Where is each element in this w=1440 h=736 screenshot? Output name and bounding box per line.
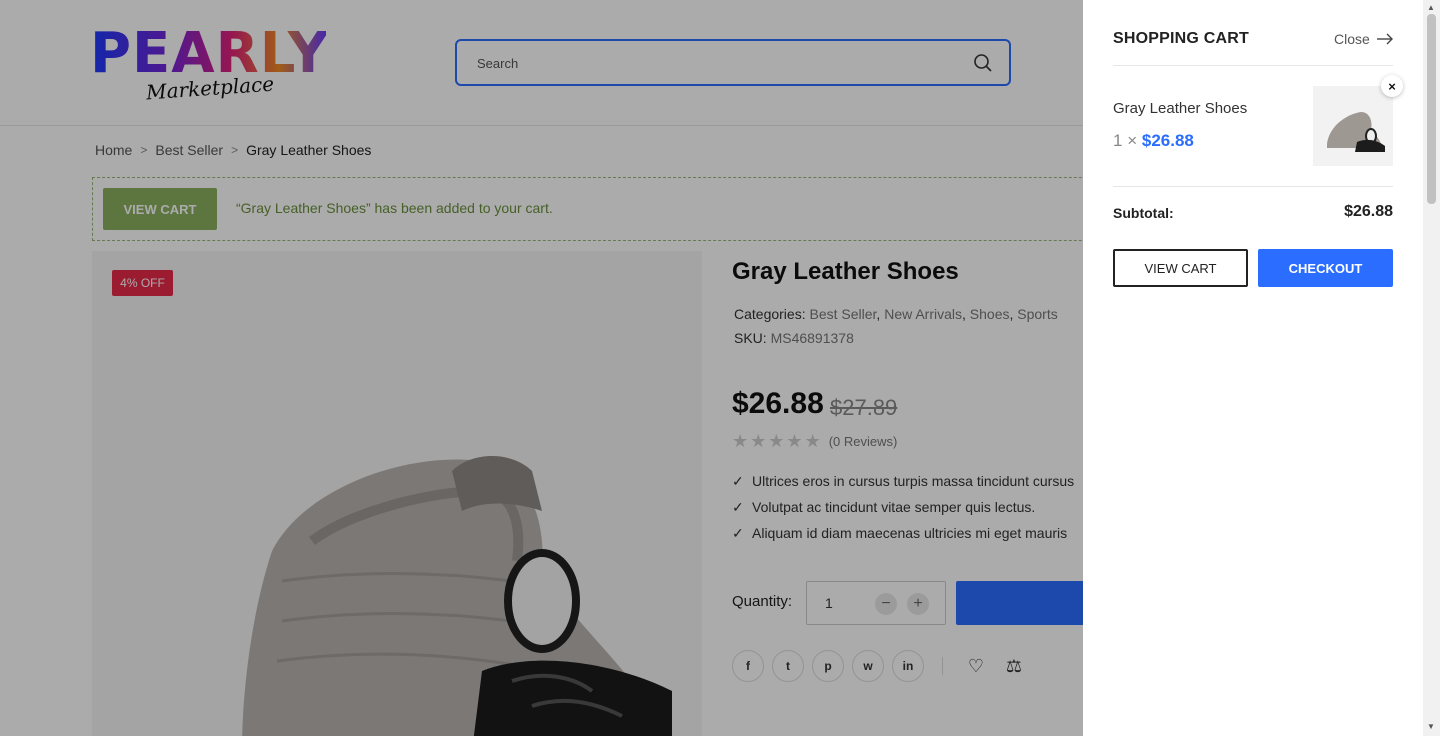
subtotal-value: $26.88 bbox=[1344, 203, 1393, 220]
cart-close-button[interactable]: Close bbox=[1334, 31, 1394, 47]
cart-divider bbox=[1113, 65, 1393, 66]
cart-item-thumbnail[interactable] bbox=[1313, 86, 1393, 166]
cart-item-image bbox=[1327, 112, 1385, 152]
cart-item-qty-value: 1 bbox=[1113, 131, 1123, 150]
view-cart-button[interactable]: VIEW CART bbox=[1113, 249, 1248, 287]
page-scrollbar[interactable]: ▲ ▼ bbox=[1423, 0, 1440, 736]
arrow-right-icon bbox=[1376, 33, 1393, 45]
scrollbar-thumb[interactable] bbox=[1427, 14, 1436, 204]
cart-divider bbox=[1113, 186, 1393, 187]
cart-drawer: SHOPPING CART Close Gray Leather Shoes 1… bbox=[1083, 0, 1423, 736]
cart-item-name[interactable]: Gray Leather Shoes bbox=[1113, 100, 1247, 117]
checkout-button[interactable]: CHECKOUT bbox=[1258, 249, 1393, 287]
scroll-up-icon[interactable]: ▲ bbox=[1427, 3, 1435, 12]
page-overlay[interactable] bbox=[0, 0, 1083, 736]
subtotal-label: Subtotal: bbox=[1113, 205, 1174, 221]
cart-item-price: $26.88 bbox=[1141, 131, 1194, 150]
cart-item-quantity: 1 × $26.88 bbox=[1113, 131, 1194, 151]
remove-item-icon[interactable]: × bbox=[1381, 75, 1403, 97]
close-label: Close bbox=[1334, 31, 1370, 47]
scroll-down-icon[interactable]: ▼ bbox=[1427, 722, 1435, 731]
cart-item-times: × bbox=[1127, 131, 1138, 150]
